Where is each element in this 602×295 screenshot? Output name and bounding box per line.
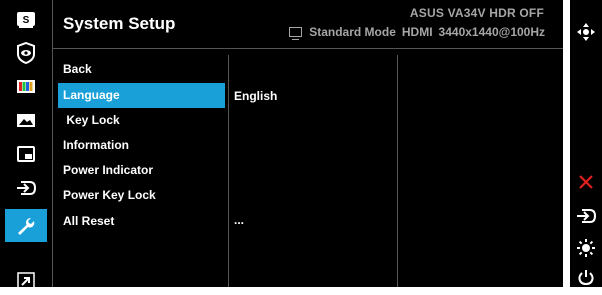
- menu-item-language[interactable]: Language: [58, 83, 225, 108]
- input-button[interactable]: [570, 205, 602, 227]
- input-label: HDMI: [401, 25, 433, 39]
- header-divider: [52, 48, 563, 49]
- mode-label: Standard Mode: [309, 25, 396, 39]
- shortcut-arrow-icon: [17, 272, 35, 290]
- sidebar-item-input[interactable]: [5, 174, 47, 202]
- joystick-icon: [577, 23, 595, 41]
- power-button[interactable]: [570, 267, 602, 287]
- image-icon: [17, 114, 35, 127]
- close-button[interactable]: [570, 171, 602, 193]
- sidebar-item-eye-care[interactable]: [5, 39, 47, 67]
- menu-item-power-key-lock[interactable]: Power Key Lock: [58, 183, 225, 208]
- eye-care-icon: [17, 42, 35, 64]
- input-icon: [577, 209, 596, 223]
- color-bars-icon: [17, 80, 35, 93]
- osd-panel: S System Setup ASUS VA34V HDR OFF Standa…: [0, 0, 563, 290]
- column-divider-1: [228, 55, 229, 287]
- sidebar-item-image[interactable]: [5, 107, 47, 135]
- joystick-button[interactable]: [570, 20, 602, 44]
- menu-item-key-lock[interactable]: Key Lock: [58, 108, 225, 133]
- all-reset-value[interactable]: ...: [234, 213, 244, 227]
- language-value[interactable]: English: [234, 89, 277, 103]
- brightness-icon: [577, 239, 595, 257]
- input-select-icon: [17, 181, 37, 195]
- sidebar-item-color[interactable]: [5, 73, 47, 101]
- power-icon: [578, 270, 594, 286]
- sidebar-divider: [52, 0, 53, 287]
- splendid-s-icon: S: [17, 12, 35, 28]
- resolution-label: 3440x1440@100Hz: [438, 25, 545, 39]
- menu-item-power-indicator[interactable]: Power Indicator: [58, 158, 225, 183]
- monitor-icon: [289, 27, 303, 40]
- control-strip: [570, 0, 602, 287]
- svg-text:S: S: [23, 15, 30, 26]
- sidebar-item-pip[interactable]: [5, 140, 47, 168]
- column-divider-2: [397, 55, 398, 287]
- menu-item-all-reset[interactable]: All Reset: [58, 209, 225, 234]
- menu-item-information[interactable]: Information: [58, 133, 225, 158]
- menu-item-back[interactable]: Back: [58, 57, 225, 82]
- close-icon: [579, 175, 593, 189]
- model-info: ASUS VA34V HDR OFF: [409, 6, 544, 20]
- sidebar-item-splendid[interactable]: S: [5, 6, 47, 34]
- status-line: Standard Mode HDMI 3440x1440@100Hz: [289, 25, 545, 40]
- pip-icon: [17, 146, 35, 162]
- wrench-icon: [18, 217, 35, 235]
- sidebar-item-system-setup[interactable]: [5, 209, 47, 242]
- page-title: System Setup: [63, 14, 176, 33]
- brightness-button[interactable]: [570, 237, 602, 259]
- sidebar-item-shortcut[interactable]: [5, 267, 47, 295]
